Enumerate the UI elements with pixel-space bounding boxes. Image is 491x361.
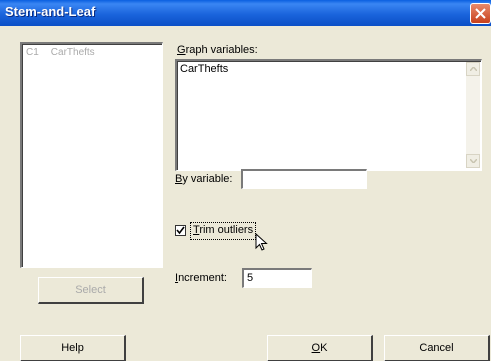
close-icon (475, 8, 486, 19)
mouse-pointer-icon (255, 233, 268, 251)
close-button[interactable] (470, 3, 491, 24)
increment-label: Increment: (175, 272, 227, 284)
chevron-up-icon (470, 67, 477, 71)
select-button[interactable]: Select (38, 277, 144, 304)
by-variable-label: By variable: (175, 173, 233, 185)
graph-variables-field[interactable]: CarThefts (175, 59, 482, 171)
trim-outliers-label[interactable]: Trim outliers (190, 222, 257, 240)
chevron-down-icon (470, 159, 477, 163)
variable-column-id: C1 (26, 47, 39, 58)
variable-list-item[interactable]: C1 CarThefts (26, 47, 95, 58)
graph-variables-label: Graph variables: (177, 44, 258, 56)
scroll-down-button[interactable] (466, 154, 480, 168)
title-bar[interactable]: Stem-and-Leaf (0, 0, 491, 26)
cancel-button[interactable]: Cancel (384, 335, 490, 361)
graph-variables-value: CarThefts (180, 63, 229, 75)
window-title: Stem-and-Leaf (5, 4, 96, 19)
by-variable-input[interactable] (241, 169, 367, 189)
help-button[interactable]: Help (20, 335, 126, 361)
trim-outliers-checkbox[interactable] (175, 225, 186, 236)
scroll-up-button[interactable] (466, 62, 480, 76)
variable-name: CarThefts (50, 47, 95, 58)
variable-list[interactable]: C1 CarThefts (20, 42, 163, 268)
graph-variables-scrollbar[interactable] (466, 62, 480, 168)
increment-input[interactable]: 5 (242, 268, 312, 288)
checkmark-icon (176, 226, 185, 235)
stem-and-leaf-dialog: Stem-and-Leaf C1 CarThefts Graph variabl… (0, 0, 491, 361)
ok-button[interactable]: OK (267, 335, 373, 361)
